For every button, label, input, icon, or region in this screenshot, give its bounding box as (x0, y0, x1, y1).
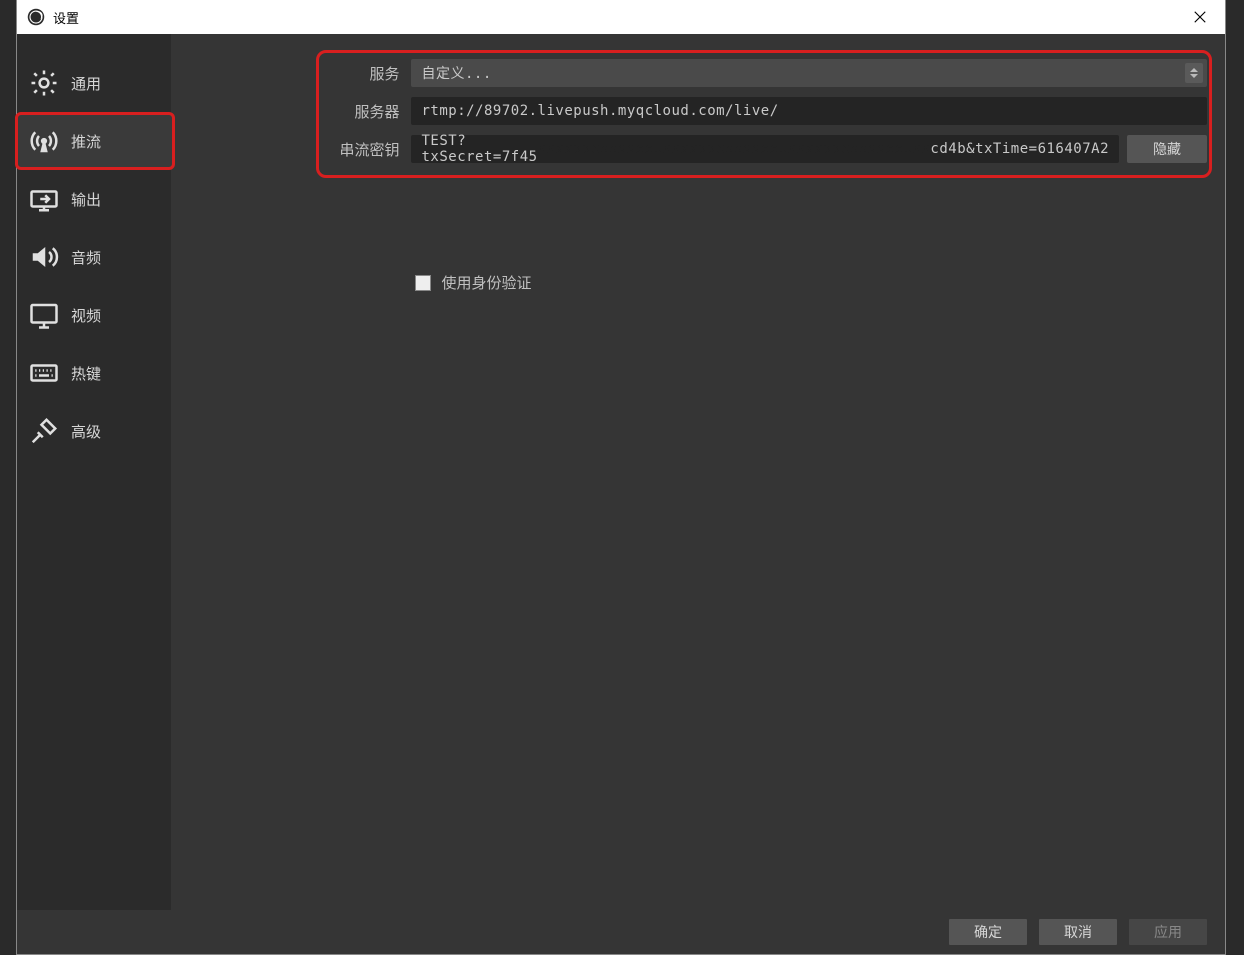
broadcast-icon (27, 124, 61, 158)
streamkey-input[interactable]: TEST?txSecret=7f45xxxxxxxxxxxxxxxxxxxxxx… (411, 135, 1119, 163)
sidebar-item-label: 音频 (71, 247, 101, 268)
service-value: 自定义... (421, 63, 491, 83)
sidebar-item-advanced[interactable]: 高级 (17, 402, 171, 460)
server-value: rtmp://89702.livepush.myqcloud.com/live/ (421, 103, 778, 119)
redacted-segment: xxxxxxxxxxxxxxxxxxxxxxxxxxxxxxxxxxxxxxxx… (538, 141, 931, 157)
keyboard-icon (27, 356, 61, 390)
content-area: 服务 自定义... 服务器 rtmp://89702.livepush.myqc… (171, 34, 1225, 910)
streamkey-value-prefix: TEST?txSecret=7f45 (421, 133, 537, 165)
tools-icon (27, 414, 61, 448)
service-dropdown[interactable]: 自定义... (411, 59, 1207, 87)
streamkey-value-suffix: cd4b&txTime=616407A2 (930, 141, 1109, 157)
sidebar: 通用 推流 输出 音频 (17, 34, 171, 910)
auth-checkbox-row: 使用身份验证 (415, 272, 1225, 293)
sidebar-item-label: 通用 (71, 73, 101, 94)
sidebar-item-label: 视频 (71, 305, 101, 326)
settings-dialog: 设置 通用 推流 输出 (16, 0, 1226, 955)
titlebar: 设置 (17, 0, 1225, 34)
sidebar-item-general[interactable]: 通用 (17, 54, 171, 112)
obs-icon (27, 8, 45, 26)
field-label: 服务器 (331, 101, 411, 122)
sidebar-item-hotkeys[interactable]: 热键 (17, 344, 171, 402)
field-label: 服务 (331, 63, 411, 84)
ok-button[interactable]: 确定 (949, 919, 1027, 945)
sidebar-item-label: 高级 (71, 421, 101, 442)
dialog-footer: 确定 取消 应用 (17, 910, 1225, 954)
monitor-icon (27, 298, 61, 332)
auth-label: 使用身份验证 (441, 272, 531, 293)
sidebar-item-label: 热键 (71, 363, 101, 384)
service-row: 服务 自定义... (331, 58, 1207, 88)
gear-icon (27, 66, 61, 100)
streamkey-row: 串流密钥 TEST?txSecret=7f45xxxxxxxxxxxxxxxxx… (331, 134, 1207, 164)
field-label: 串流密钥 (331, 139, 411, 160)
hide-button[interactable]: 隐藏 (1127, 135, 1207, 163)
window-title: 设置 (53, 8, 79, 27)
sidebar-item-label: 输出 (71, 189, 101, 210)
apply-button[interactable]: 应用 (1129, 919, 1207, 945)
server-row: 服务器 rtmp://89702.livepush.myqcloud.com/l… (331, 96, 1207, 126)
output-icon (27, 182, 61, 216)
cancel-button[interactable]: 取消 (1039, 919, 1117, 945)
speaker-icon (27, 240, 61, 274)
sidebar-item-output[interactable]: 输出 (17, 170, 171, 228)
close-icon[interactable] (1185, 2, 1215, 32)
server-input[interactable]: rtmp://89702.livepush.myqcloud.com/live/ (411, 97, 1207, 125)
sidebar-item-audio[interactable]: 音频 (17, 228, 171, 286)
sidebar-item-video[interactable]: 视频 (17, 286, 171, 344)
sidebar-item-label: 推流 (71, 131, 101, 152)
auth-checkbox[interactable] (415, 275, 431, 291)
dropdown-spinner-icon[interactable] (1185, 63, 1203, 83)
sidebar-item-stream[interactable]: 推流 (15, 112, 175, 170)
